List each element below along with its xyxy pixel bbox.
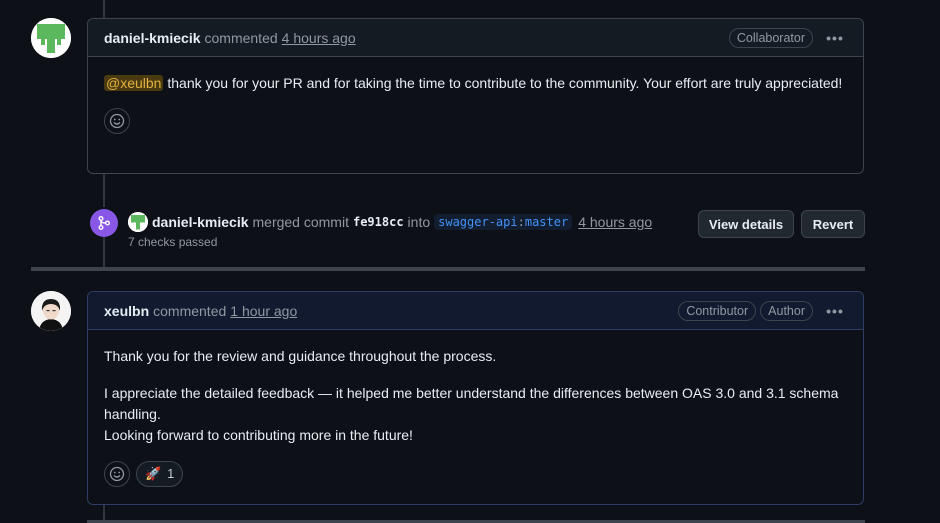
comment-action: commented <box>204 29 278 46</box>
comment-action: commented <box>153 302 227 319</box>
revert-button[interactable]: Revert <box>801 210 865 238</box>
merge-timestamp[interactable]: 4 hours ago <box>578 214 652 230</box>
comment-author[interactable]: xeulbn <box>104 303 149 319</box>
merge-event: daniel-kmiecik merged commit fe918cc int… <box>90 207 865 257</box>
reactions-bar: 🚀 1 <box>88 461 863 501</box>
reaction-count: 1 <box>167 467 175 481</box>
smiley-icon <box>109 466 125 482</box>
user-mention[interactable]: @xeulbn <box>104 75 164 91</box>
contributor-badge: Contributor <box>678 300 757 321</box>
reactions-bar <box>88 108 863 148</box>
user-photo-icon <box>31 291 71 331</box>
timeline-divider <box>31 267 865 271</box>
avatar-xeulbn[interactable] <box>31 291 71 331</box>
author-badge: Author <box>760 300 813 321</box>
add-reaction-button[interactable] <box>104 108 130 134</box>
kebab-horizontal-icon[interactable]: ••• <box>823 303 847 319</box>
kebab-horizontal-icon[interactable]: ••• <box>823 30 847 46</box>
comment-paragraph: I appreciate the detailed feedback — it … <box>104 383 847 446</box>
target-branch[interactable]: swagger-api:master <box>434 214 573 230</box>
comment-paragraph: Thank you for the review and guidance th… <box>104 348 497 364</box>
merge-description: daniel-kmiecik merged commit fe918cc int… <box>128 212 652 232</box>
identicon-icon <box>128 212 148 232</box>
merge-author[interactable]: daniel-kmiecik <box>152 214 249 230</box>
comment-timestamp[interactable]: 1 hour ago <box>230 303 297 319</box>
avatar-daniel-kmiecik[interactable] <box>31 18 71 58</box>
comment-body: @xeulbn thank you for your PR and for ta… <box>88 57 863 94</box>
git-merge-icon <box>90 209 118 237</box>
comment-line: Looking forward to contributing more in … <box>104 427 413 443</box>
identicon-icon <box>31 18 71 58</box>
smiley-icon <box>109 113 125 129</box>
comment-author[interactable]: daniel-kmiecik <box>104 30 201 46</box>
comment-card: daniel-kmiecik commented 4 hours ago Col… <box>87 18 864 174</box>
commit-sha[interactable]: fe918cc <box>353 215 404 229</box>
merge-action: merged commit <box>252 214 349 230</box>
rocket-reaction-button[interactable]: 🚀 1 <box>136 461 184 487</box>
branch-name: master <box>524 215 569 229</box>
branch-separator: : <box>517 215 525 229</box>
comment-card: xeulbn commented 1 hour ago Contributor … <box>87 291 864 505</box>
comment-body: Thank you for the review and guidance th… <box>88 330 863 446</box>
branch-owner: swagger-api <box>438 215 518 229</box>
view-details-button[interactable]: View details <box>698 210 794 238</box>
rocket-icon: 🚀 <box>145 466 162 481</box>
add-reaction-button[interactable] <box>104 461 130 487</box>
comment-line: I appreciate the detailed feedback — it … <box>104 385 839 422</box>
checks-status[interactable]: 7 checks passed <box>128 235 217 249</box>
comment-text: thank you for your PR and for taking the… <box>163 75 843 91</box>
collaborator-badge: Collaborator <box>728 27 813 48</box>
comment-header: xeulbn commented 1 hour ago Contributor … <box>88 292 863 330</box>
avatar-small-daniel-kmiecik[interactable] <box>128 212 148 232</box>
merge-into: into <box>407 214 431 230</box>
comment-header: daniel-kmiecik commented 4 hours ago Col… <box>88 19 863 57</box>
comment-timestamp[interactable]: 4 hours ago <box>282 30 356 46</box>
